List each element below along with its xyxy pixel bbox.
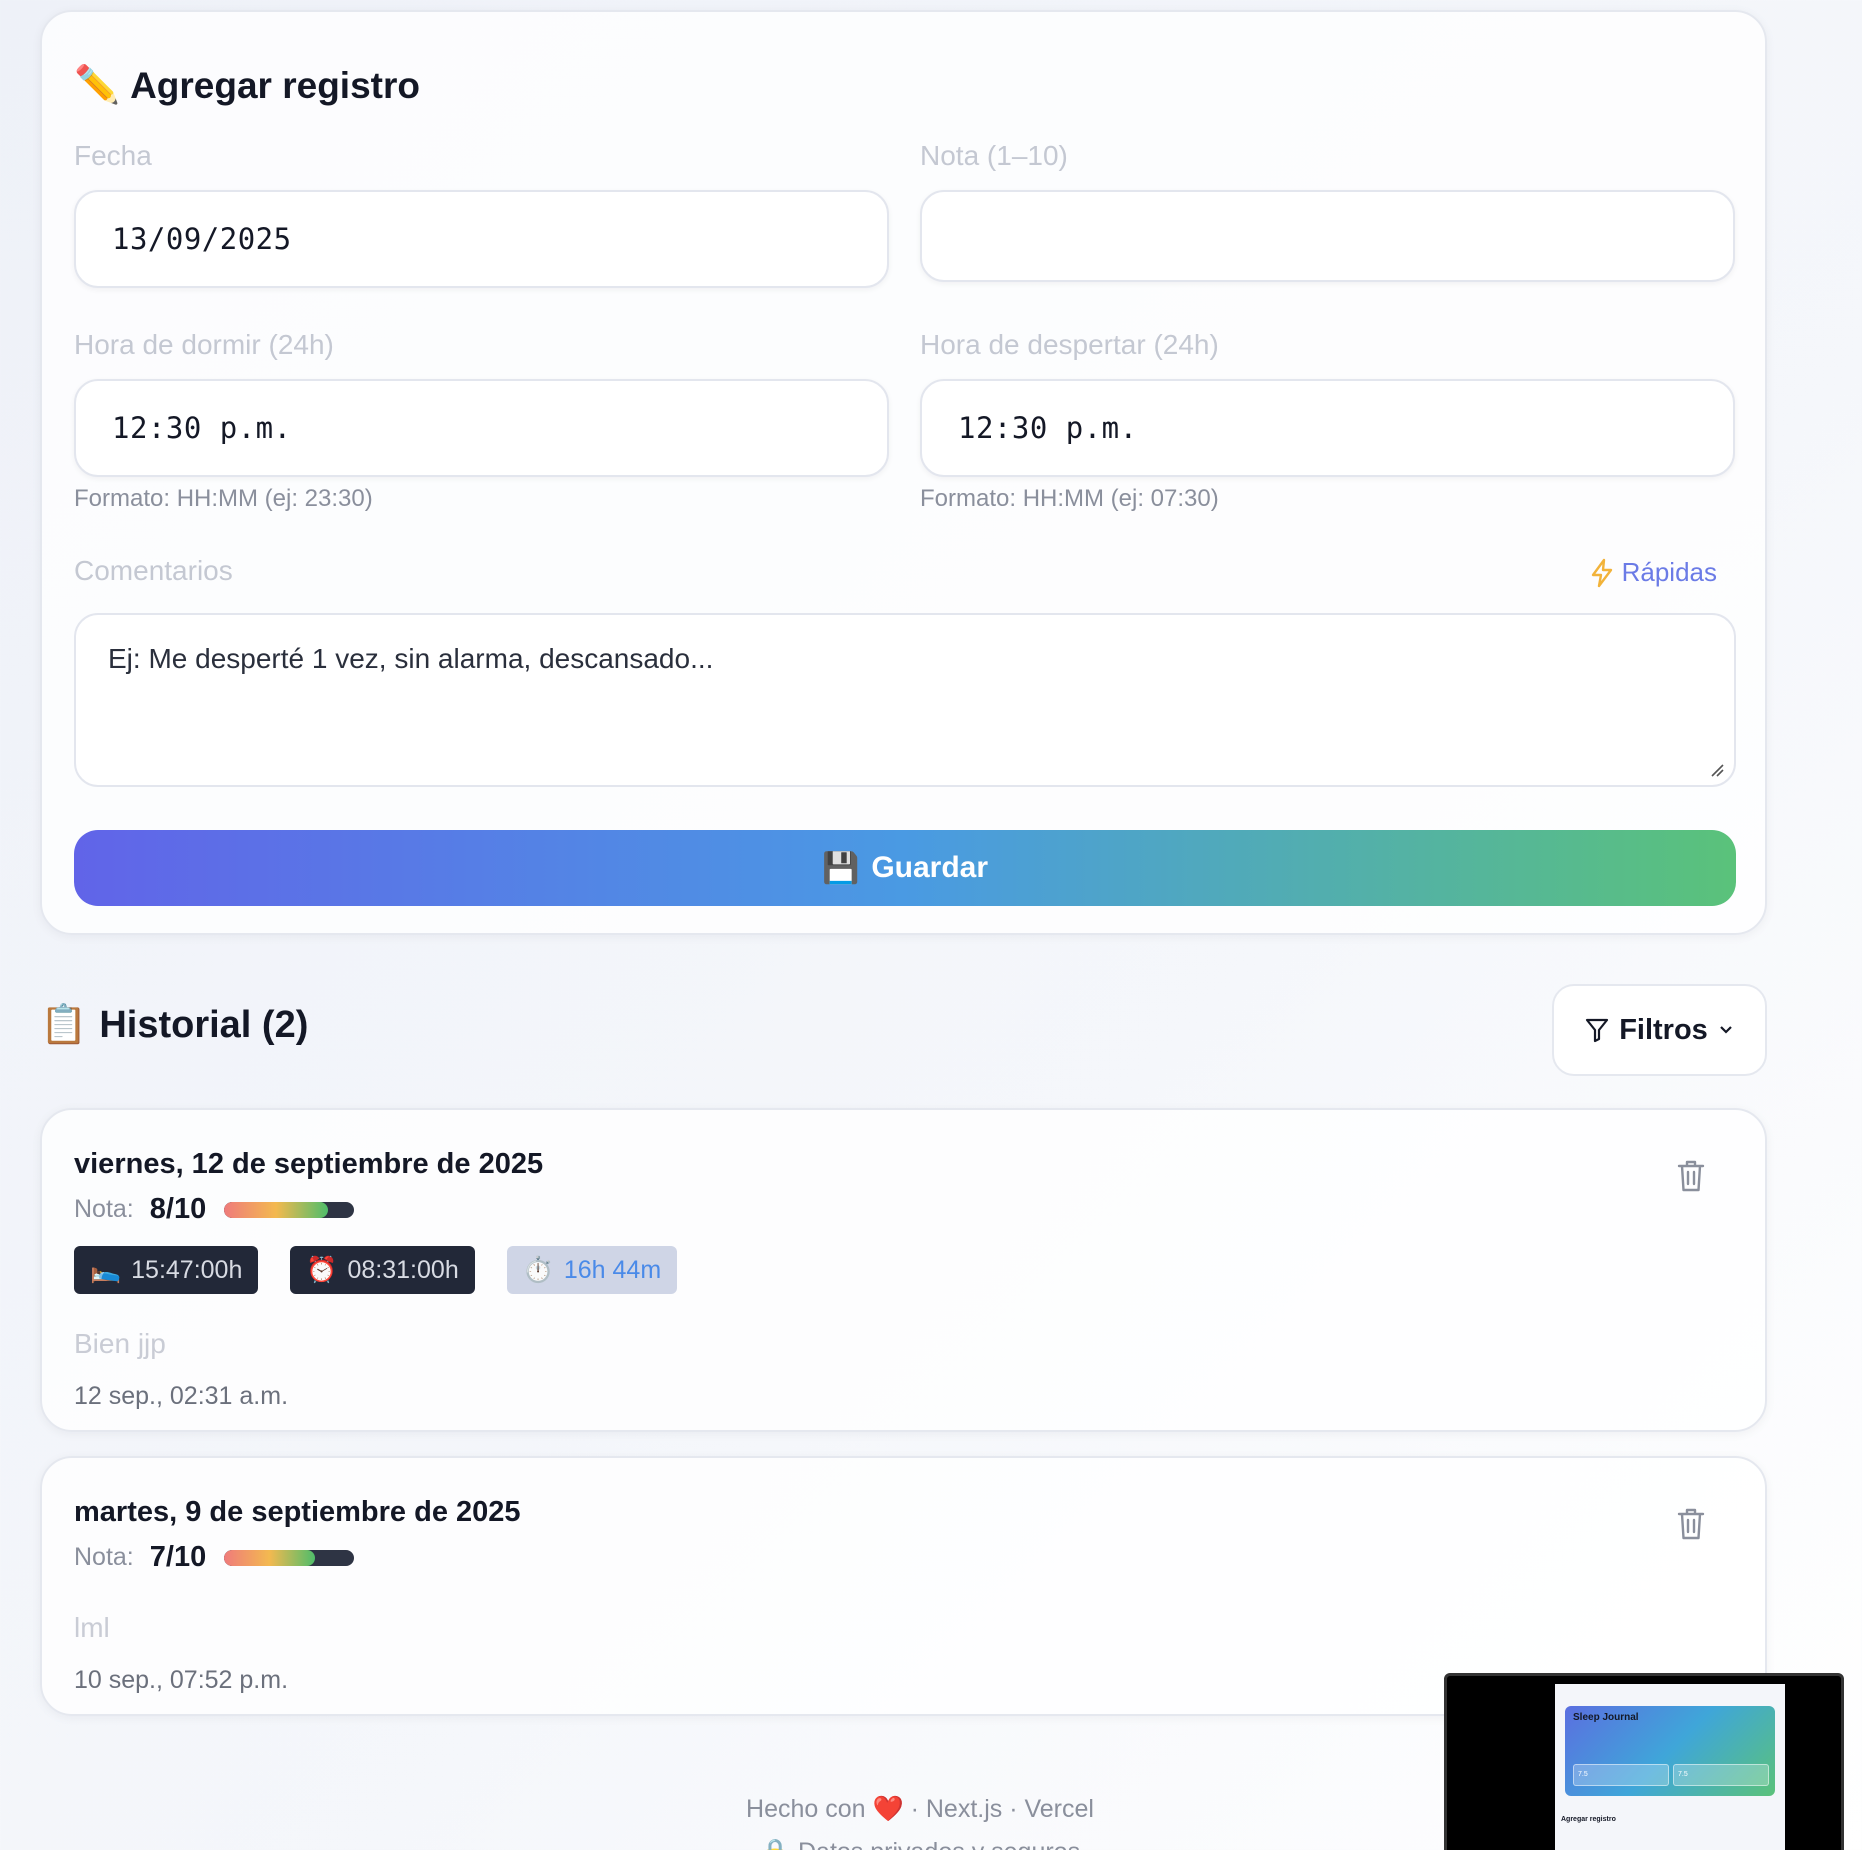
pencil-icon: ✏️: [74, 64, 121, 105]
score-input[interactable]: [920, 190, 1735, 282]
preview-hero: Sleep Journal 7.5 7.5: [1565, 1706, 1775, 1796]
add-record-card: ✏️ Agregar registro Fecha 13/09/2025 Not…: [40, 10, 1767, 935]
filter-icon: [1586, 1018, 1609, 1043]
entry-comment: lml: [74, 1612, 110, 1643]
bedtime-value: 15:47:00h: [131, 1255, 243, 1284]
preview-stat-b: 7.5: [1673, 1764, 1769, 1786]
wake-time-hint: Formato: HH:MM (ej: 07:30): [920, 485, 1219, 512]
form-title: ✏️ Agregar registro: [74, 64, 420, 107]
history-title: 📋 Historial (2): [40, 1003, 308, 1047]
duration-chip: ⏱️ 16h 44m: [506, 1246, 678, 1294]
bed-icon: 🛌: [90, 1255, 122, 1284]
stopwatch-icon: ⏱️: [522, 1255, 554, 1284]
entry-timestamp: 10 sep., 07:52 p.m.: [74, 1666, 289, 1694]
wake-time-value: 12:30 p.m.: [958, 411, 1138, 445]
sleep-time-input[interactable]: 12:30 p.m.: [74, 379, 889, 477]
wake-time-label: Hora de despertar (24h): [920, 329, 1219, 360]
preview-stat-a: 7.5: [1573, 1764, 1669, 1786]
date-input[interactable]: 13/09/2025: [74, 190, 889, 288]
comments-textarea[interactable]: Ej: Me desperté 1 vez, sin alarma, desca…: [74, 613, 1736, 787]
entry-score-row: Nota: 8/10: [74, 1193, 355, 1226]
entry-timestamp: 12 sep., 02:31 a.m.: [74, 1382, 289, 1410]
sleep-time-hint: Formato: HH:MM (ej: 23:30): [74, 485, 373, 512]
save-button[interactable]: 💾 Guardar: [74, 830, 1736, 906]
screen-preview-thumbnail[interactable]: Sleep Journal 7.5 7.5 Agregar registro: [1444, 1673, 1844, 1850]
sleep-time-value: 12:30 p.m.: [112, 411, 292, 445]
entry-score-value: 7/10: [149, 1541, 207, 1573]
quick-comments-button[interactable]: Rápidas: [1590, 557, 1717, 588]
trash-icon[interactable]: [1675, 1158, 1707, 1194]
footer-stack: · Next.js · Vercel: [910, 1795, 1094, 1823]
preview-section-title: Agregar registro: [1561, 1816, 1616, 1823]
score-label: Nota (1–10): [920, 140, 1068, 171]
entry-score-bar: [224, 1549, 355, 1566]
preview-app-title: Sleep Journal: [1573, 1712, 1639, 1723]
clipboard-icon: 📋: [40, 1004, 88, 1046]
save-button-label: Guardar: [871, 851, 989, 884]
quick-comments-label: Rápidas: [1621, 557, 1717, 587]
resize-handle-icon[interactable]: [1708, 761, 1724, 777]
comments-label: Comentarios: [74, 555, 233, 586]
entry-date: martes, 9 de septiembre de 2025: [74, 1496, 521, 1528]
entry-date: viernes, 12 de septiembre de 2025: [74, 1148, 544, 1180]
wake-time-input[interactable]: 12:30 p.m.: [920, 379, 1735, 477]
heart-icon: ❤️: [872, 1795, 904, 1823]
filters-label: Filtros: [1619, 1013, 1708, 1046]
chevron-down-icon: [1720, 1026, 1732, 1034]
bedtime-chip: 🛌 15:47:00h: [74, 1246, 259, 1294]
entry-score-label: Nota:: [74, 1195, 134, 1223]
entry-score-fill: [224, 1549, 316, 1566]
entry-score-label: Nota:: [74, 1543, 134, 1571]
lightning-icon: [1591, 558, 1612, 587]
sleep-time-label: Hora de dormir (24h): [74, 329, 334, 360]
date-label: Fecha: [74, 140, 152, 171]
form-title-text: Agregar registro: [130, 64, 420, 106]
floppy-disk-icon: 💾: [821, 851, 860, 885]
entry-score-bar: [224, 1201, 355, 1218]
filters-button[interactable]: Filtros: [1552, 984, 1767, 1076]
history-title-text: Historial (2): [99, 1003, 309, 1046]
entry-score-value: 8/10: [149, 1193, 207, 1225]
entry-chips: 🛌 15:47:00h ⏰ 08:31:00h ⏱️ 16h 44m: [74, 1246, 678, 1294]
wake-chip: ⏰ 08:31:00h: [290, 1246, 475, 1294]
trash-icon[interactable]: [1675, 1506, 1707, 1542]
duration-value: 16h 44m: [563, 1255, 662, 1284]
alarm-clock-icon: ⏰: [306, 1255, 338, 1284]
entry-score-fill: [224, 1201, 329, 1218]
comments-placeholder: Ej: Me desperté 1 vez, sin alarma, desca…: [108, 643, 714, 674]
history-entry: viernes, 12 de septiembre de 2025 Nota: …: [40, 1108, 1767, 1432]
wake-value: 08:31:00h: [347, 1255, 459, 1284]
entry-score-row: Nota: 7/10: [74, 1541, 355, 1574]
date-input-value: 13/09/2025: [112, 222, 292, 256]
entry-comment: Bien jjp: [74, 1328, 166, 1359]
preview-screen: Sleep Journal 7.5 7.5 Agregar registro: [1555, 1684, 1785, 1850]
footer-made-with: Hecho con: [746, 1795, 866, 1823]
